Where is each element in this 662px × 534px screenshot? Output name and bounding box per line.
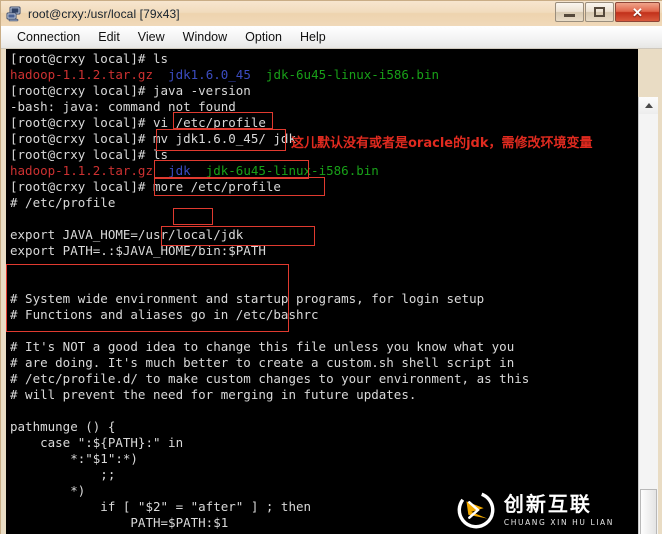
terminal-text: [root@crxy local]# java -version [10, 83, 251, 98]
menu-bar: Connection Edit View Window Option Help [1, 26, 662, 49]
vertical-scrollbar[interactable] [638, 97, 658, 534]
terminal-text: -bash: java: command not found [10, 99, 236, 114]
terminal-line: PATH=$PATH:$1 [10, 515, 529, 531]
terminal-text: export JAVA_HOME=/usr/local/jdk [10, 227, 244, 242]
menu-item-option[interactable]: Option [236, 28, 291, 46]
scrollbar-track[interactable] [639, 114, 658, 534]
terminal-line: [root@crxy local]# vi /etc/profile [10, 115, 529, 131]
annotation-note: 这儿默认没有或者是oracle的jdk，需修改环境变量 [291, 136, 593, 151]
terminal-text: jdk-6u45-linux-i586.bin [265, 67, 440, 82]
terminal-text: *:"$1":*) [10, 451, 138, 466]
terminal-text: *) [10, 483, 86, 498]
terminal-screen[interactable]: [root@crxy local]# ls hadoop-1.1.2.tar.gz… [6, 49, 638, 534]
terminal-line: if [ "$2" = "after" ] ; then [10, 499, 529, 515]
terminal-text: ;; [10, 467, 116, 482]
terminal-text: pathmunge () { [10, 419, 116, 434]
title-bar[interactable]: root@crxy:/usr/local [79x43] ✕ [1, 1, 662, 26]
terminal-line: [root@crxy local]# more /etc/profile [10, 179, 529, 195]
menu-item-window[interactable]: Window [174, 28, 236, 46]
terminal-text: [root@crxy local]# ls [10, 51, 169, 66]
minimize-button[interactable] [555, 2, 584, 22]
terminal-text: # will prevent the need for merging in f… [10, 387, 417, 402]
terminal-output: [root@crxy local]# ls hadoop-1.1.2.tar.gz… [10, 51, 529, 531]
terminal-text: hadoop-1.1.2.tar.gz [10, 67, 153, 82]
close-icon: ✕ [632, 4, 643, 20]
terminal-text: # /etc/profile [10, 195, 116, 210]
terminal-text: # are doing. It's much better to create … [10, 355, 515, 370]
terminal-text: # System wide environment and startup pr… [10, 291, 485, 306]
menu-item-connection[interactable]: Connection [8, 28, 89, 46]
terminal-line: export JAVA_HOME=/usr/local/jdk [10, 227, 529, 243]
maximize-icon [594, 7, 605, 17]
terminal-line: # /etc/profile [10, 195, 529, 211]
close-button[interactable]: ✕ [615, 2, 660, 22]
terminal-area: [root@crxy local]# ls hadoop-1.1.2.tar.gz… [1, 49, 662, 534]
terminal-text: [root@crxy local]# vi /etc/profile [10, 115, 266, 130]
terminal-text: jdk [168, 163, 191, 178]
scrollbar-thumb[interactable] [640, 489, 657, 534]
terminal-line: # will prevent the need for merging in f… [10, 387, 529, 403]
terminal-text: # /etc/profile.d/ to make custom changes… [10, 371, 530, 386]
terminal-text: # Functions and aliases go in /etc/bashr… [10, 307, 319, 322]
menu-item-view[interactable]: View [129, 28, 174, 46]
scroll-up-arrow[interactable] [639, 97, 658, 114]
terminal-text: export PATH=.:$JAVA_HOME/bin:$PATH [10, 243, 266, 258]
terminal-line: hadoop-1.1.2.tar.gz jdk1.6.0_45 jdk-6u45… [10, 67, 529, 83]
terminal-line: *) [10, 483, 529, 499]
terminal-text: [root@crxy local]# mv jdk1.6.0_45/ jdk [10, 131, 296, 146]
terminal-text: if [ "$2" = "after" ] ; then [10, 499, 312, 514]
maximize-button[interactable] [585, 2, 614, 22]
terminal-text: jdk-6u45-linux-i586.bin [205, 163, 379, 178]
window-controls: ✕ [555, 2, 660, 22]
terminal-line: ;; [10, 467, 529, 483]
chevron-up-icon [644, 103, 653, 108]
terminal-line: # are doing. It's much better to create … [10, 355, 529, 371]
terminal-line: -bash: java: command not found [10, 99, 529, 115]
terminal-line: [root@crxy local]# java -version [10, 83, 529, 99]
terminal-text: jdk1.6.0_45 [168, 67, 251, 82]
terminal-line: [root@crxy local]# ls [10, 51, 529, 67]
terminal-line: *:"$1":*) [10, 451, 529, 467]
terminal-computer-icon [6, 6, 22, 22]
menu-item-edit[interactable]: Edit [89, 28, 129, 46]
terminal-line: # System wide environment and startup pr… [10, 291, 529, 307]
terminal-line: export PATH=.:$JAVA_HOME/bin:$PATH [10, 243, 529, 259]
terminal-text: [root@crxy local]# more /etc/profile [10, 179, 281, 194]
terminal-line: hadoop-1.1.2.tar.gz jdk jdk-6u45-linux-i… [10, 163, 529, 179]
terminal-text: [root@crxy local]# ls [10, 147, 169, 162]
window-title: root@crxy:/usr/local [79x43] [28, 6, 180, 21]
terminal-line: # It's NOT a good idea to change this fi… [10, 339, 529, 355]
terminal-text: PATH=$PATH:$1 [10, 515, 229, 530]
terminal-line: # /etc/profile.d/ to make custom changes… [10, 371, 529, 387]
terminal-line: pathmunge () { [10, 419, 529, 435]
terminal-text: # It's NOT a good idea to change this fi… [10, 339, 515, 354]
menu-item-help[interactable]: Help [291, 28, 335, 46]
terminal-text: hadoop-1.1.2.tar.gz [10, 163, 153, 178]
terminal-line: case ":${PATH}:" in [10, 435, 529, 451]
screenshot-root: root@crxy:/usr/local [79x43] ✕ Connectio… [0, 0, 662, 534]
terminal-window: root@crxy:/usr/local [79x43] ✕ Connectio… [0, 0, 662, 534]
terminal-line: # Functions and aliases go in /etc/bashr… [10, 307, 529, 323]
minimize-icon [564, 14, 575, 17]
terminal-text: case ":${PATH}:" in [10, 435, 184, 450]
